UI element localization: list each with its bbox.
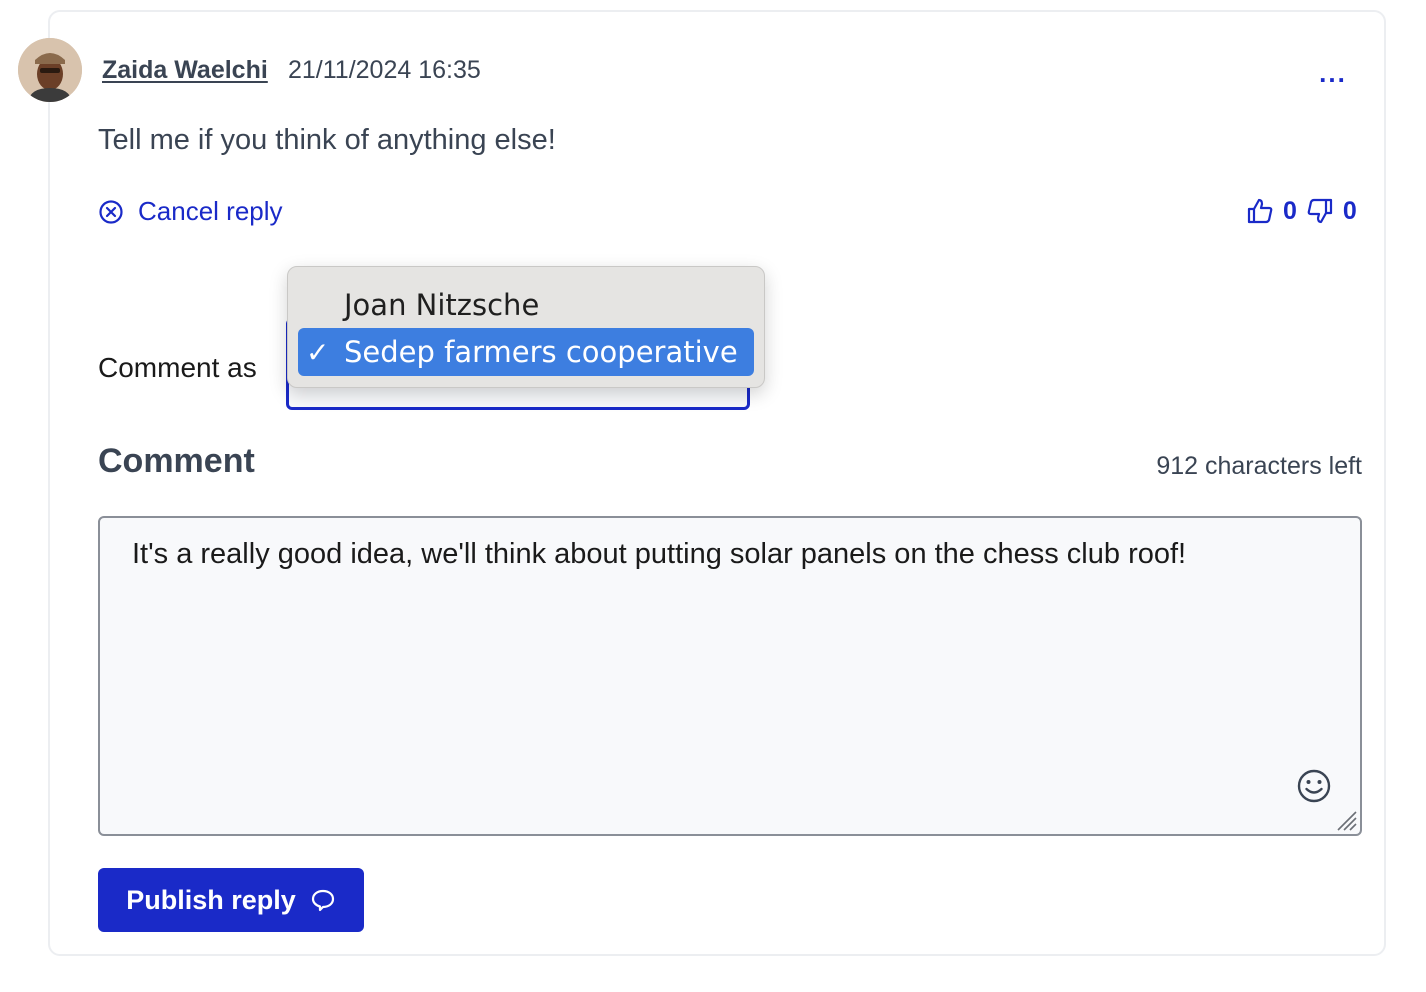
comment-as-label: Comment as: [98, 352, 257, 383]
comment-heading: Comment: [98, 442, 255, 480]
comment-as-option-selected[interactable]: ✓ Sedep farmers cooperative: [298, 328, 754, 376]
avatar-photo-icon: [18, 38, 82, 102]
downvote-button[interactable]: 0: [1305, 196, 1357, 226]
emoji-picker-icon[interactable]: [1296, 768, 1332, 804]
option-label: Joan Nitzsche: [344, 288, 540, 322]
speech-bubble-icon: [311, 889, 334, 912]
publish-reply-label: Publish reply: [126, 884, 296, 915]
cancel-reply-label: Cancel reply: [138, 196, 283, 226]
ellipsis-icon: ...: [1319, 57, 1347, 88]
characters-left-counter: 912 characters left: [1156, 452, 1362, 480]
circle-x-icon: [99, 199, 123, 224]
publish-reply-button[interactable]: Publish reply: [98, 868, 364, 932]
cancel-reply-button[interactable]: Cancel reply: [98, 196, 283, 227]
upvote-button[interactable]: 0: [1245, 196, 1297, 226]
downvote-count: 0: [1342, 196, 1357, 225]
comment-as-dropdown: Joan Nitzsche ✓ Sedep farmers cooperativ…: [287, 266, 765, 388]
thumbs-down-icon: [1307, 198, 1333, 224]
comment-textarea[interactable]: It's a really good idea, we'll think abo…: [98, 516, 1362, 836]
vote-controls: 0 0: [1245, 196, 1357, 226]
comment-timestamp: 21/11/2024 16:35: [288, 56, 481, 84]
checkmark-icon: ✓: [306, 336, 330, 369]
option-label: Sedep farmers cooperative: [344, 335, 738, 369]
more-options-button[interactable]: ...: [1314, 58, 1352, 88]
upvote-count: 0: [1283, 196, 1297, 225]
resize-handle-icon[interactable]: [1332, 806, 1358, 832]
comment-body: Tell me if you think of anything else!: [98, 124, 556, 156]
comment-as-option[interactable]: Joan Nitzsche: [298, 281, 754, 329]
author-name-link[interactable]: Zaida Waelchi: [102, 56, 268, 85]
author-avatar[interactable]: [18, 38, 82, 102]
thumbs-up-icon: [1247, 198, 1273, 224]
